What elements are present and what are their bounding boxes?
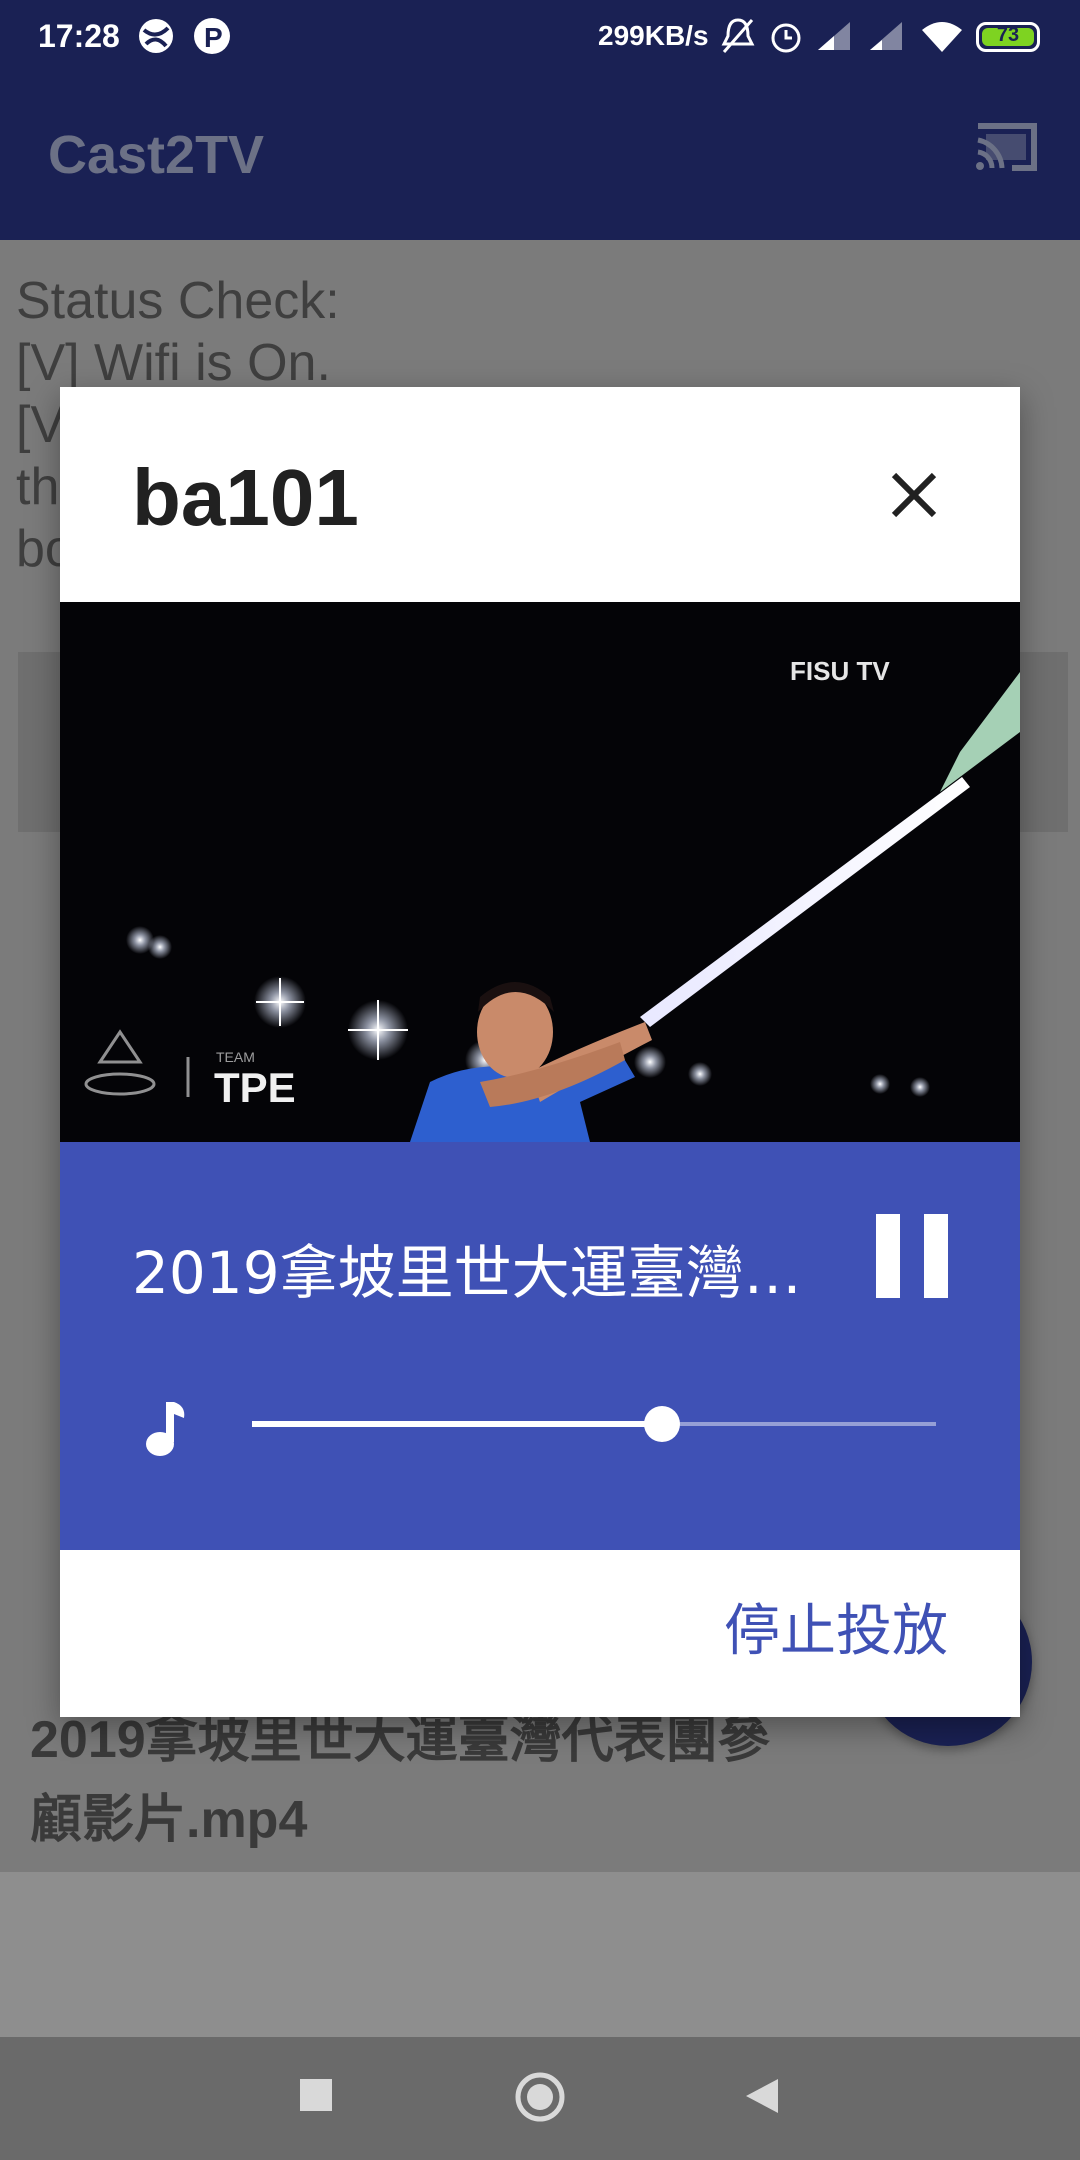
status-bar: 17:28 P 299KB/s 73 [0, 0, 1080, 72]
alarm-icon [768, 16, 804, 64]
mute-icon [720, 16, 756, 64]
parking-icon: P [192, 16, 232, 64]
video-watermark: FISU TV [790, 656, 890, 686]
selected-file-name: 2019拿坡里世大運臺灣代表團參 顧影片.mp4 [30, 1711, 770, 1849]
media-title: 2019拿坡里世大運臺灣代表團參賽回顧影片.mp4 [132, 1239, 852, 1307]
video-team-small: TEAM [216, 1049, 255, 1065]
close-icon [891, 472, 937, 518]
system-nav-bar [0, 2037, 1080, 2160]
video-thumbnail: FISU TV TEAM TPE [60, 602, 1020, 1142]
nav-home-icon[interactable] [514, 2071, 566, 2127]
wifi-icon [920, 16, 964, 64]
seek-played [252, 1421, 663, 1427]
pause-button[interactable] [876, 1214, 948, 1298]
cast-icon[interactable] [972, 116, 1042, 176]
battery-level: 73 [996, 24, 1020, 46]
network-speed: 299KB/s [598, 20, 709, 51]
signal-icon [814, 16, 854, 64]
status-time: 17:28 [38, 18, 120, 54]
seek-bar[interactable] [252, 1402, 936, 1446]
music-note-icon [144, 1400, 188, 1462]
nav-recents-icon[interactable] [298, 2077, 334, 2117]
signal-icon-2 [866, 16, 906, 64]
device-name: ba101 [132, 453, 359, 542]
stop-casting-button[interactable]: 停止投放 [724, 1586, 948, 1667]
playback-controls: 2019拿坡里世大運臺灣代表團參賽回顧影片.mp4 [60, 1142, 1020, 1550]
video-team-label: TPE [214, 1064, 296, 1111]
nav-back-icon[interactable] [744, 2077, 780, 2119]
cast-control-dialog: ba101 FISU TV TEAM TPE 2019拿坡里世大運臺灣代 停止投… [60, 387, 1020, 1717]
close-button[interactable] [886, 467, 942, 523]
bottom-empty-area [0, 1872, 1080, 2037]
globe-icon [136, 16, 176, 64]
battery-indicator: 73 [976, 22, 1040, 52]
app-title: Cast2TV [48, 125, 265, 185]
seek-thumb[interactable] [644, 1406, 681, 1442]
svg-text:P: P [204, 22, 223, 53]
app-bar: Cast2TV [0, 72, 1080, 240]
